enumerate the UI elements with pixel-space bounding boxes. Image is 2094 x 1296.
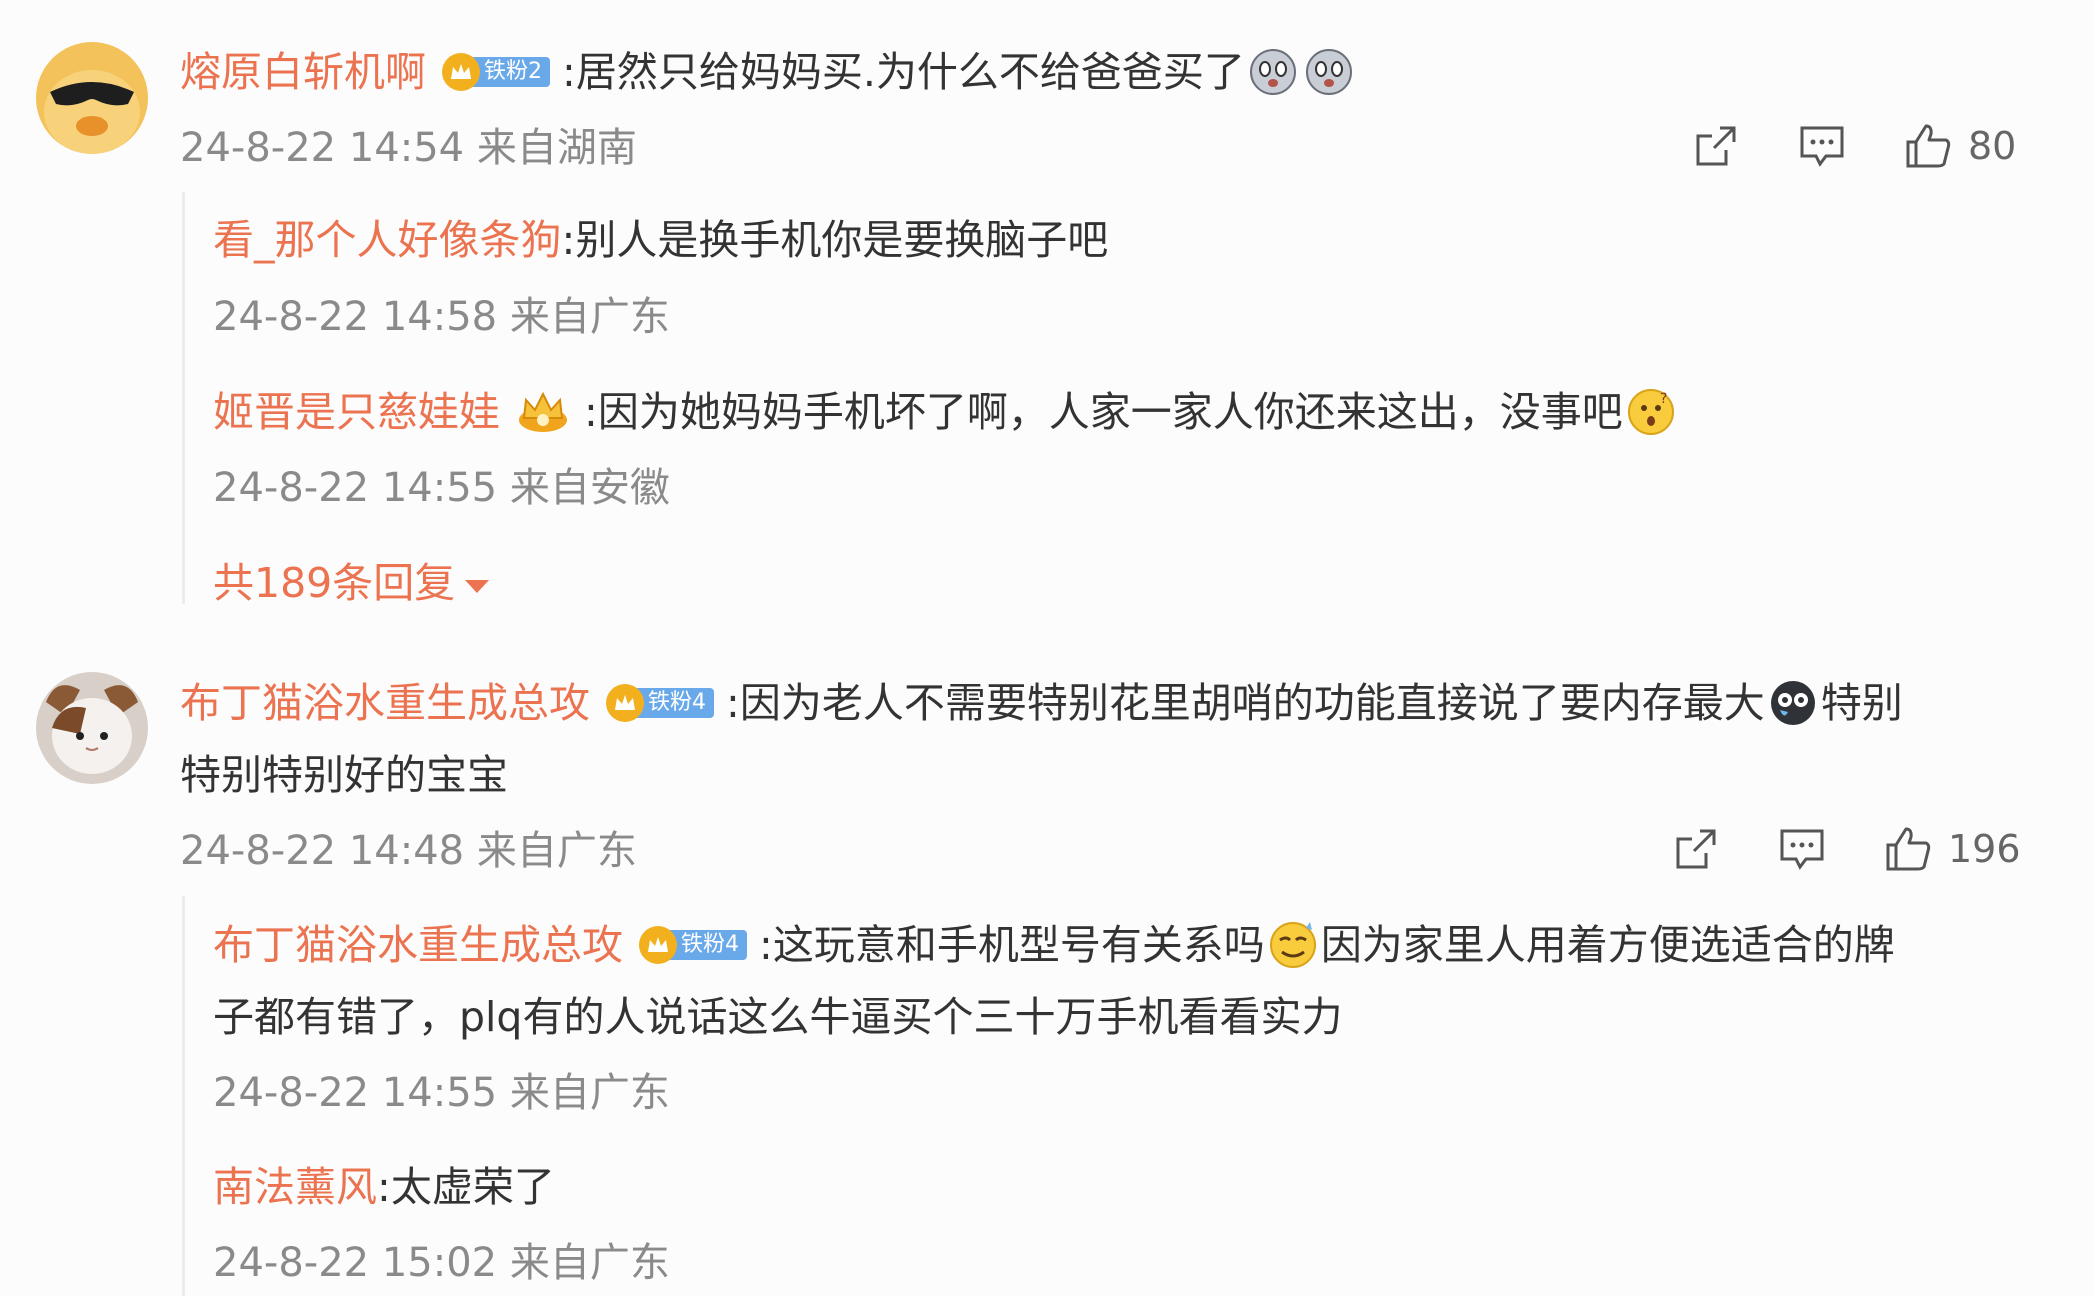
comment-text: :居然只给妈妈买.为什么不给爸爸买了 — [562, 48, 1245, 96]
username[interactable]: 布丁猫浴水重生成总攻 — [180, 676, 590, 730]
reply-text-cont: 因为家里人用着方便选适合的牌 — [1320, 921, 1895, 969]
reply-header: 看_那个人好像条狗 :别人是换手机你是要换脑子吧 — [213, 213, 1108, 267]
dark-face-emoji-icon — [1768, 678, 1818, 728]
comment-text: :因为老人不需要特别花里胡哨的功能直接说了要内存最大 — [726, 679, 1765, 727]
reply-text: 子都有错了，plq有的人说话这么牛逼买个三十万手机看看实力 — [213, 993, 1343, 1041]
comment-list: 熔原白斩机啊 铁粉2 :居然只给妈妈买.为什么不给爸爸买了 24-8-22 14… — [0, 0, 2094, 1296]
reply-text: :太虚荣了 — [377, 1163, 555, 1211]
crown-icon — [442, 53, 480, 91]
svg-text:?: ? — [1660, 391, 1667, 407]
caret-down-icon — [465, 579, 490, 593]
grimace-emoji-icon — [1268, 920, 1318, 970]
comment-icon[interactable] — [1776, 823, 1828, 875]
thumbs-up-icon[interactable] — [1902, 120, 1954, 172]
reply-text: :别人是换手机你是要换脑子吧 — [561, 216, 1109, 264]
comment-meta: 24-8-22 14:48 来自广东 — [180, 828, 637, 874]
crying-emoji-icon — [1248, 47, 1298, 97]
reply-meta: 24-8-22 14:55 来自广东 — [213, 1070, 670, 1116]
like-count: 80 — [1968, 124, 2017, 168]
username[interactable]: 姬晋是只慈娃娃 — [213, 385, 500, 439]
fan-badge[interactable]: 铁粉4 — [606, 684, 714, 722]
crying-emoji-icon — [1304, 47, 1354, 97]
crown-icon — [516, 390, 570, 434]
crown-icon — [606, 684, 644, 722]
more-replies-link[interactable]: 共189条回复 — [213, 556, 490, 610]
share-icon[interactable] — [1670, 823, 1722, 875]
comment-text: 特别特别好的宝宝 — [180, 751, 508, 799]
reply-thread-line — [182, 192, 185, 604]
fan-badge[interactable]: 铁粉2 — [442, 53, 550, 91]
like-count: 196 — [1948, 827, 2021, 871]
reply-header: 姬晋是只慈娃娃 :因为她妈妈手机坏了啊，人家一家人你还来这出，没事吧 ? — [213, 385, 1679, 439]
reply-meta: 24-8-22 14:55 来自安徽 — [213, 465, 670, 511]
share-icon[interactable] — [1690, 120, 1742, 172]
thumbs-up-icon[interactable] — [1882, 823, 1934, 875]
comment-text-line2: 特别特别好的宝宝 — [180, 748, 508, 802]
username[interactable]: 布丁猫浴水重生成总攻 — [213, 918, 623, 972]
reply-meta: 24-8-22 15:02 来自广东 — [213, 1240, 670, 1286]
thinking-emoji-icon: ? — [1626, 387, 1676, 437]
avatar[interactable] — [36, 42, 148, 154]
comment-text-cont: 特别 — [1820, 679, 1903, 727]
comment-header: 布丁猫浴水重生成总攻 铁粉4 :因为老人不需要特别花里胡哨的功能直接说了要内存最… — [180, 676, 1903, 730]
username[interactable]: 熔原白斩机啊 — [180, 45, 426, 99]
more-replies-label: 共189条回复 — [213, 559, 456, 607]
reply-text-line2: 子都有错了，plq有的人说话这么牛逼买个三十万手机看看实力 — [213, 990, 1342, 1044]
comment-icon[interactable] — [1796, 120, 1848, 172]
avatar[interactable] — [36, 672, 148, 784]
crown-icon — [639, 926, 677, 964]
comment-header: 熔原白斩机啊 铁粉2 :居然只给妈妈买.为什么不给爸爸买了 — [180, 45, 1357, 99]
reply-meta: 24-8-22 14:58 来自广东 — [213, 294, 670, 340]
comment-actions: 196 — [1670, 823, 2021, 875]
reply-header: 布丁猫浴水重生成总攻 铁粉4 :这玩意和手机型号有关系吗 因为家里人用着方便选适… — [213, 918, 1895, 972]
comment-meta: 24-8-22 14:54 来自湖南 — [180, 125, 637, 171]
comment-actions: 80 — [1690, 120, 2016, 172]
username[interactable]: 南法薰风 — [213, 1160, 377, 1214]
reply-text: :因为她妈妈手机坏了啊，人家一家人你还来这出，没事吧 — [584, 388, 1623, 436]
fan-badge[interactable]: 铁粉4 — [639, 926, 747, 964]
reply-text: :这玩意和手机型号有关系吗 — [759, 921, 1265, 969]
reply-thread-line — [182, 896, 185, 1296]
username[interactable]: 看_那个人好像条狗 — [213, 213, 562, 267]
reply-header: 南法薰风 :太虚荣了 — [213, 1160, 555, 1214]
